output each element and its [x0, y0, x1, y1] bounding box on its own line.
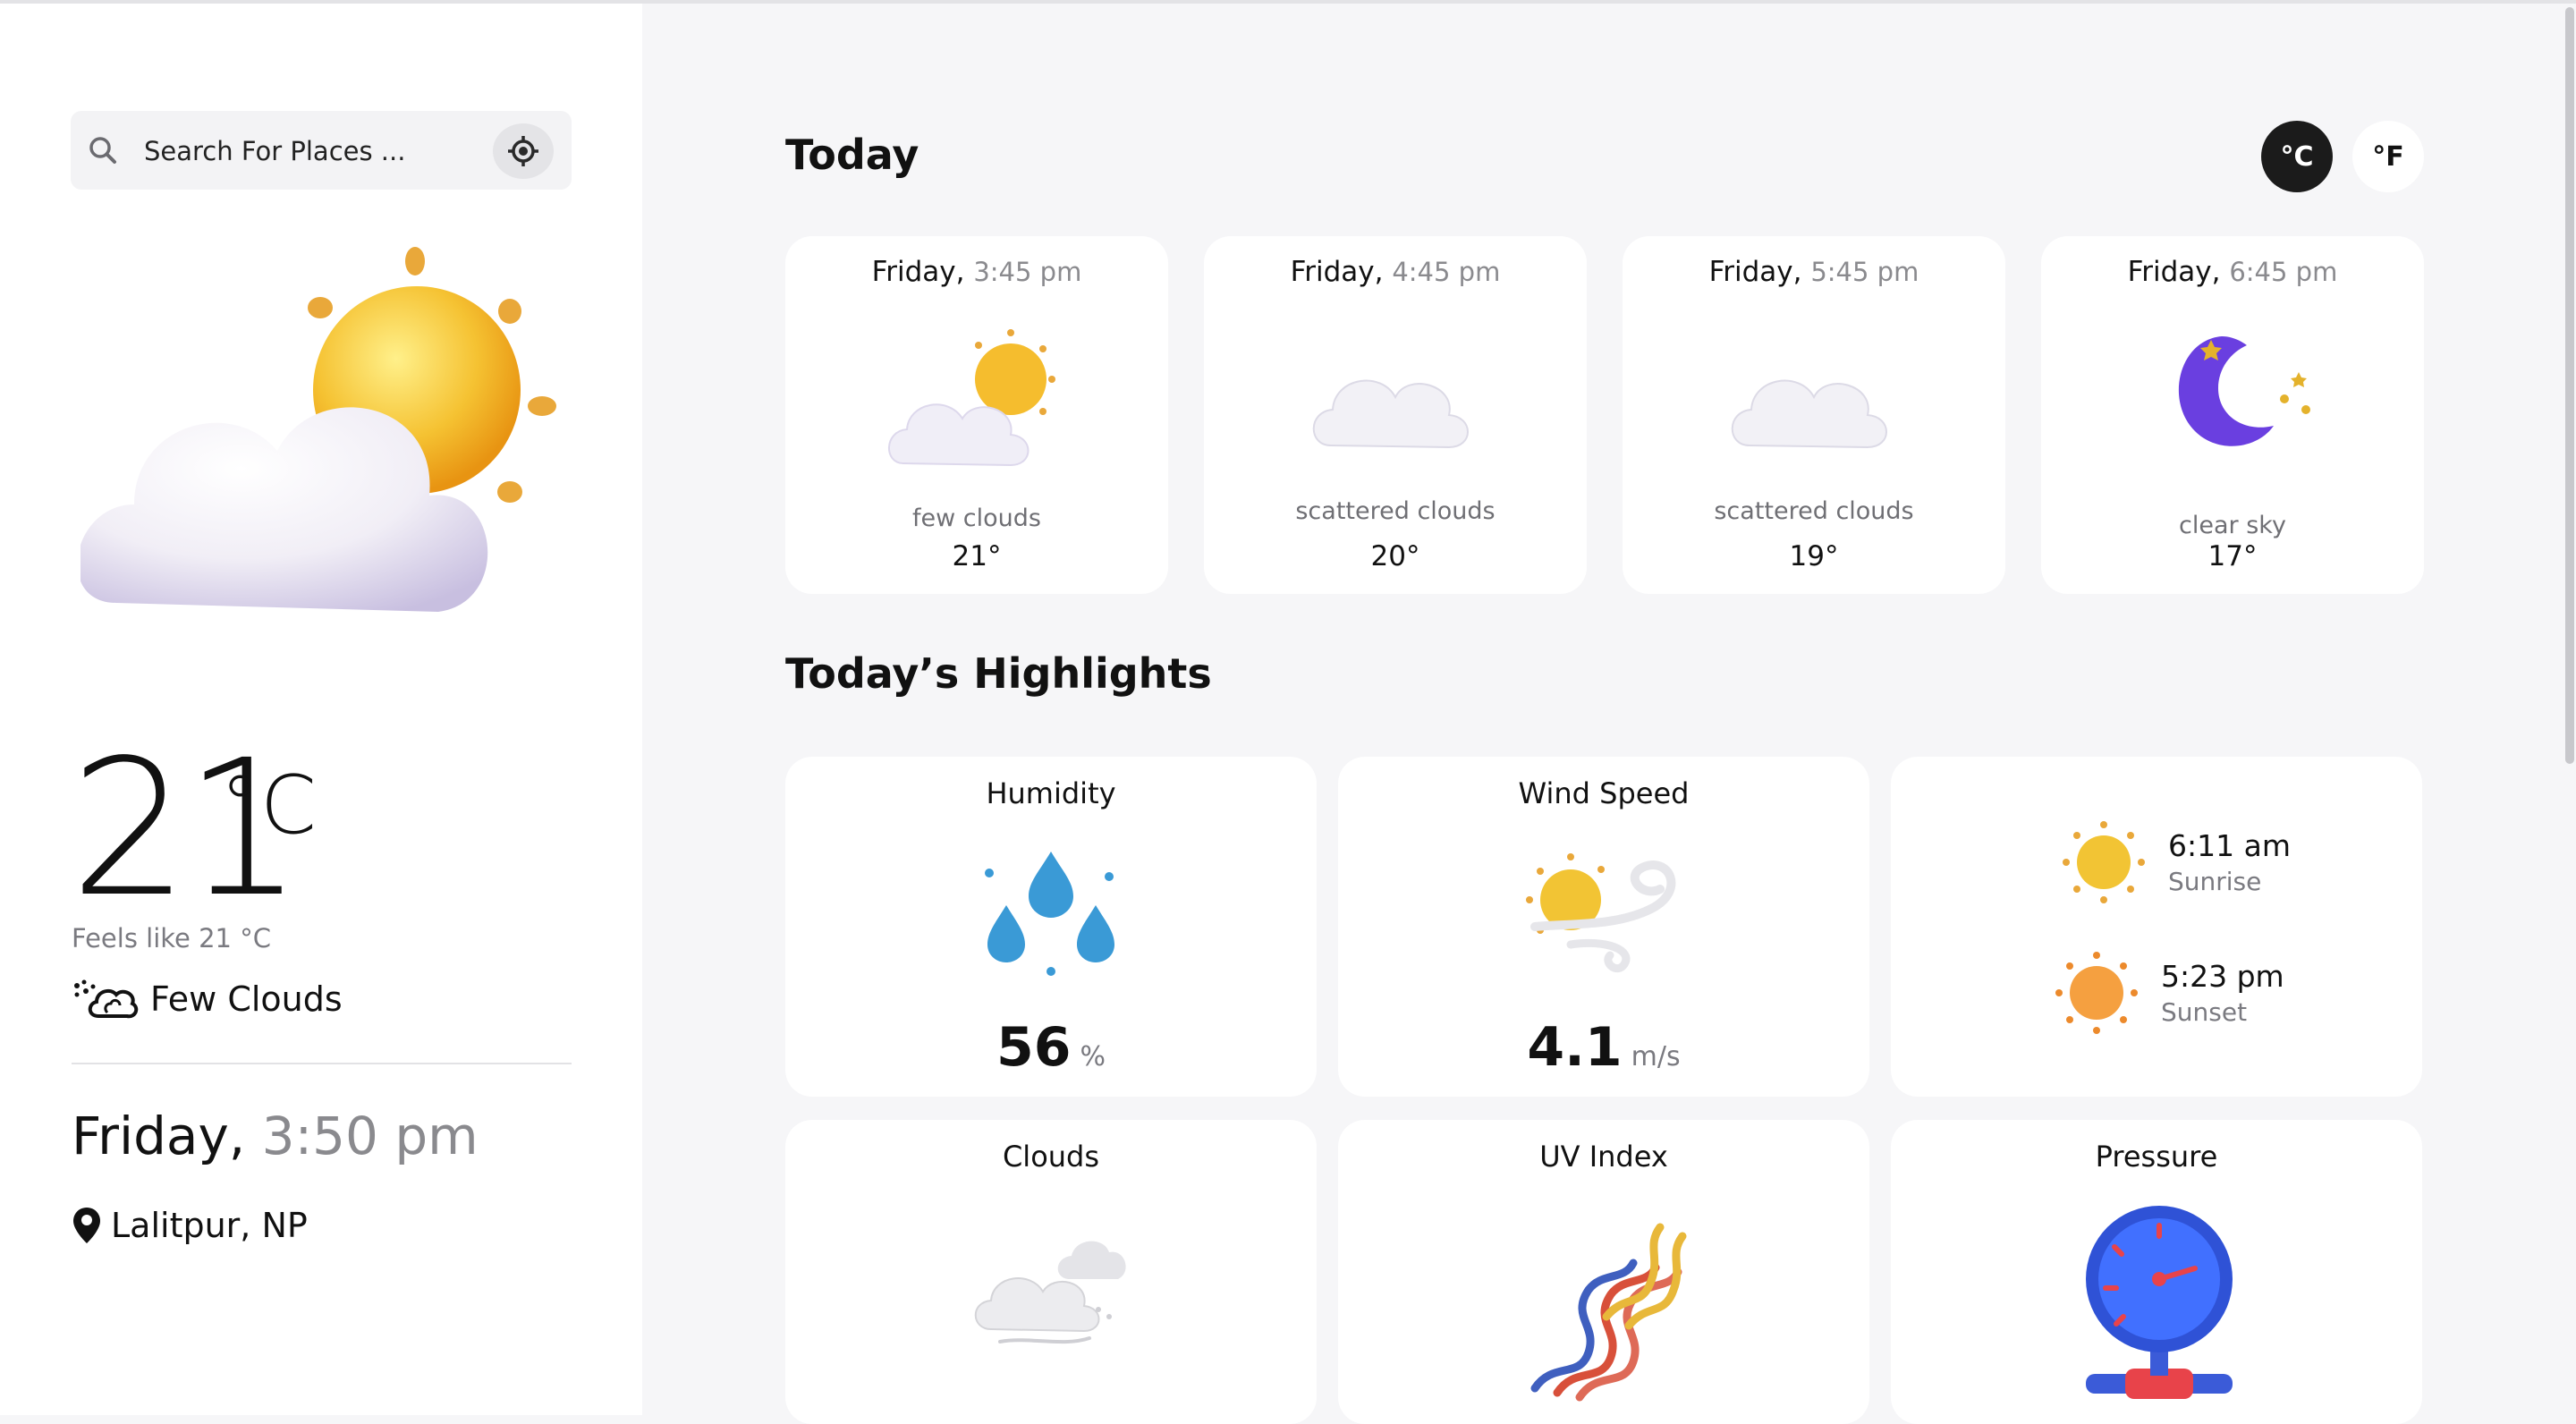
hourly-hour: 3:45 pm: [973, 257, 1082, 287]
hourly-description: scattered clouds: [1714, 497, 1914, 525]
humidity-label: Humidity: [986, 776, 1116, 810]
humidity-number: 56: [996, 1016, 1072, 1079]
feels-like: Feels like 21 °C: [72, 923, 271, 954]
uv-waves-icon: [1530, 1223, 1687, 1402]
sidebar: 21 °C Feels like 21 °C Few Clouds Friday…: [0, 4, 642, 1415]
hourly-time: Friday, 3:45 pm: [785, 256, 1168, 288]
hourly-day: Friday,: [2127, 256, 2221, 288]
pressure-gauge-icon: [2086, 1206, 2233, 1399]
sunrise-label: Sunrise: [2168, 867, 2262, 896]
humidity-unit: %: [1080, 1041, 1106, 1072]
hourly-description: few clouds: [912, 504, 1041, 532]
cloud-icon: [1312, 379, 1469, 449]
hourly-description: clear sky: [2179, 512, 2286, 539]
temperature-unit: °C: [220, 759, 317, 852]
search-bar: [71, 111, 572, 190]
sunset-time: 5:23 pm: [2161, 959, 2284, 994]
wind-speed-unit: m/s: [1631, 1041, 1681, 1072]
wind-speed-value: 4.1 m/s: [1338, 1016, 1869, 1079]
few-clouds-icon: [80, 247, 556, 612]
humidity-value: 56%: [785, 1016, 1317, 1079]
sunrise-row: 6:11 am Sunrise: [2059, 818, 2291, 907]
water-drops-icon: [985, 852, 1114, 976]
hourly-hour: 4:45 pm: [1392, 257, 1501, 287]
wind-sun-icon: [1526, 853, 1676, 973]
sunset-label: Sunset: [2161, 997, 2248, 1027]
sunrise-icon: [2063, 821, 2145, 903]
sunset-row: 5:23 pm Sunset: [2052, 948, 2284, 1038]
hourly-hour: 5:45 pm: [1810, 257, 1919, 287]
search-input[interactable]: [142, 127, 504, 175]
sun-times-card: 6:11 am Sunrise 5:23 pm Sunset: [1891, 757, 2422, 1097]
hourly-card: Friday, 6:45 pm clear sky 17°: [2041, 236, 2424, 594]
crosshair-icon: [508, 136, 538, 166]
hourly-time: Friday, 6:45 pm: [2041, 256, 2424, 288]
condition-row: Few Clouds: [72, 977, 343, 1021]
cloud-icon: [1731, 379, 1887, 449]
hourly-day: Friday,: [1708, 256, 1802, 288]
scrollbar-thumb[interactable]: [2565, 7, 2574, 764]
map-pin-icon: [73, 1208, 100, 1243]
wind-speed-card: Wind Speed 4.1 m/s: [1338, 757, 1869, 1097]
hourly-temperature: 21°: [952, 540, 1002, 572]
pressure-card: Pressure: [1891, 1120, 2422, 1424]
pressure-label: Pressure: [2095, 1140, 2218, 1174]
divider: [72, 1063, 572, 1064]
current-location-button[interactable]: [493, 123, 554, 179]
fahrenheit-button[interactable]: °F: [2352, 121, 2424, 192]
few-clouds-outline-icon: [74, 979, 139, 1019]
celsius-button[interactable]: °C: [2261, 121, 2333, 192]
hourly-card: Friday, 4:45 pm scattered clouds 20°: [1204, 236, 1587, 594]
current-datetime: Friday, 3:50 pm: [72, 1106, 479, 1166]
current-day: Friday,: [72, 1106, 246, 1166]
cloudy-icon: [974, 1241, 1126, 1344]
hourly-time: Friday, 5:45 pm: [1623, 256, 2005, 288]
humidity-card: Humidity 56%: [785, 757, 1317, 1097]
location-name: Lalitpur, NP: [111, 1206, 308, 1245]
location-row: Lalitpur, NP: [72, 1206, 308, 1245]
search-icon: [89, 137, 116, 164]
hourly-day: Friday,: [1290, 256, 1384, 288]
highlights-title: Today’s Highlights: [785, 649, 1212, 698]
few-clouds-icon: [888, 329, 1055, 467]
today-title: Today: [785, 131, 919, 179]
hourly-temperature: 17°: [2207, 540, 2258, 572]
hourly-card: Friday, 3:45 pm few clouds 21°: [785, 236, 1168, 594]
wind-speed-label: Wind Speed: [1518, 776, 1690, 810]
hourly-description: scattered clouds: [1295, 497, 1496, 525]
clouds-card: Clouds: [785, 1120, 1317, 1424]
hourly-day: Friday,: [871, 256, 965, 288]
sunset-icon: [2055, 952, 2138, 1034]
wind-speed-number: 4.1: [1527, 1016, 1623, 1079]
hourly-time: Friday, 4:45 pm: [1204, 256, 1587, 288]
hourly-temperature: 19°: [1789, 540, 1839, 572]
condition-text: Few Clouds: [150, 979, 343, 1019]
sunrise-time: 6:11 am: [2168, 828, 2291, 863]
hourly-card: Friday, 5:45 pm scattered clouds 19°: [1623, 236, 2005, 594]
current-time: 3:50 pm: [261, 1106, 479, 1166]
moon-icon: [2178, 336, 2310, 446]
hourly-temperature: 20°: [1370, 540, 1420, 572]
hourly-hour: 6:45 pm: [2229, 257, 2338, 287]
uv-index-label: UV Index: [1539, 1140, 1668, 1174]
uv-index-card: UV Index: [1338, 1120, 1869, 1424]
clouds-label: Clouds: [1002, 1140, 1100, 1174]
